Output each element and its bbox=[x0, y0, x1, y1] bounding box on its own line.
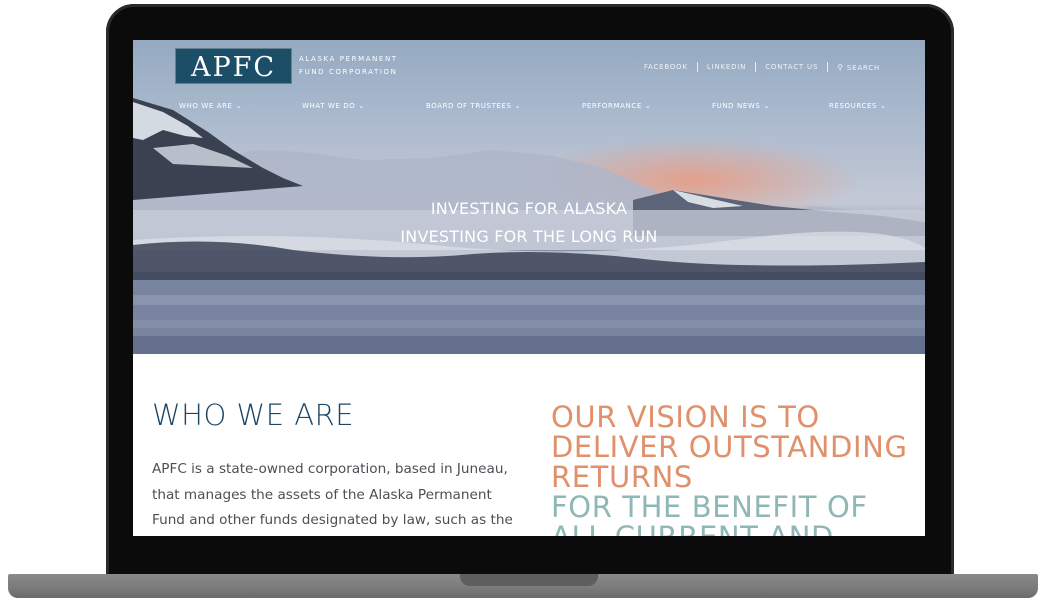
who-we-are-heading: WHO WE ARE bbox=[152, 398, 355, 432]
nav-label: WHAT WE DO bbox=[302, 102, 356, 110]
facebook-link[interactable]: FACEBOOK bbox=[635, 63, 697, 71]
main-nav: WHO WE ARE ⌄ WHAT WE DO ⌄ BOARD OF TRUSTEE… bbox=[133, 102, 925, 118]
chevron-down-icon: ⌄ bbox=[358, 102, 365, 110]
nav-item-resources[interactable]: RESOURCES ⌄ bbox=[829, 102, 887, 110]
nav-label: RESOURCES bbox=[829, 102, 878, 110]
nav-item-performance[interactable]: PERFORMANCE ⌄ bbox=[582, 102, 651, 110]
apfc-logo[interactable]: APFC bbox=[175, 48, 292, 84]
vision-line-1: OUR VISION IS TO bbox=[551, 400, 820, 434]
who-we-are-paragraph: APFC is a state-owned corporation, based… bbox=[152, 461, 513, 528]
utility-links: FACEBOOK LINKEDIN CONTACT US ⚲ SEARCH bbox=[635, 62, 889, 72]
hero-landscape-image bbox=[133, 98, 925, 354]
vision-line-4: FOR THE BENEFIT OF bbox=[551, 490, 868, 524]
nav-item-who-we-are[interactable]: WHO WE ARE ⌄ bbox=[179, 102, 242, 110]
contact-us-link[interactable]: CONTACT US bbox=[756, 63, 827, 71]
hero-headline-1: INVESTING FOR ALASKA bbox=[430, 199, 628, 218]
vision-line-2: DELIVER OUTSTANDING bbox=[551, 430, 908, 464]
chevron-down-icon: ⌄ bbox=[514, 102, 522, 110]
logo-line-1: ALASKA PERMANENT bbox=[299, 55, 398, 63]
nav-item-what-we-do[interactable]: WHAT WE DO ⌄ bbox=[302, 102, 365, 110]
logo-wordmark[interactable]: ALASKA PERMANENT FUND CORPORATION bbox=[299, 53, 398, 79]
hero-headline-2: INVESTING FOR THE LONG RUN bbox=[400, 227, 658, 246]
vision-line-3: RETURNS bbox=[551, 460, 693, 494]
nav-item-fund-news[interactable]: FUND NEWS ⌄ bbox=[712, 102, 770, 110]
search-link[interactable]: ⚲ SEARCH bbox=[828, 63, 889, 72]
browser-screen: APFC ALASKA PERMANENT FUND CORPORATION F… bbox=[133, 40, 925, 536]
nav-label: WHO WE ARE bbox=[179, 102, 233, 110]
vision-line-5: ALL CURRENT AND bbox=[551, 522, 925, 536]
search-icon: ⚲ bbox=[837, 62, 844, 72]
chevron-down-icon: ⌄ bbox=[763, 102, 770, 110]
nav-label: FUND NEWS bbox=[712, 102, 761, 110]
search-label: SEARCH bbox=[846, 63, 880, 72]
logo-line-2: FUND CORPORATION bbox=[299, 68, 398, 76]
nav-item-board-of-trustees[interactable]: BOARD OF TRUSTEES ⌄ bbox=[426, 102, 521, 110]
nav-label: BOARD OF TRUSTEES bbox=[426, 102, 512, 110]
chevron-down-icon: ⌄ bbox=[644, 102, 652, 110]
linkedin-link[interactable]: LINKEDIN bbox=[698, 63, 755, 71]
nav-label: PERFORMANCE bbox=[582, 102, 642, 110]
chevron-down-icon: ⌄ bbox=[235, 102, 243, 110]
vision-statement: OUR VISION IS TO DELIVER OUTSTANDING RET… bbox=[551, 402, 925, 536]
chevron-down-icon: ⌄ bbox=[880, 102, 887, 110]
laptop-notch bbox=[460, 574, 598, 586]
hero-banner: APFC ALASKA PERMANENT FUND CORPORATION F… bbox=[133, 40, 925, 354]
